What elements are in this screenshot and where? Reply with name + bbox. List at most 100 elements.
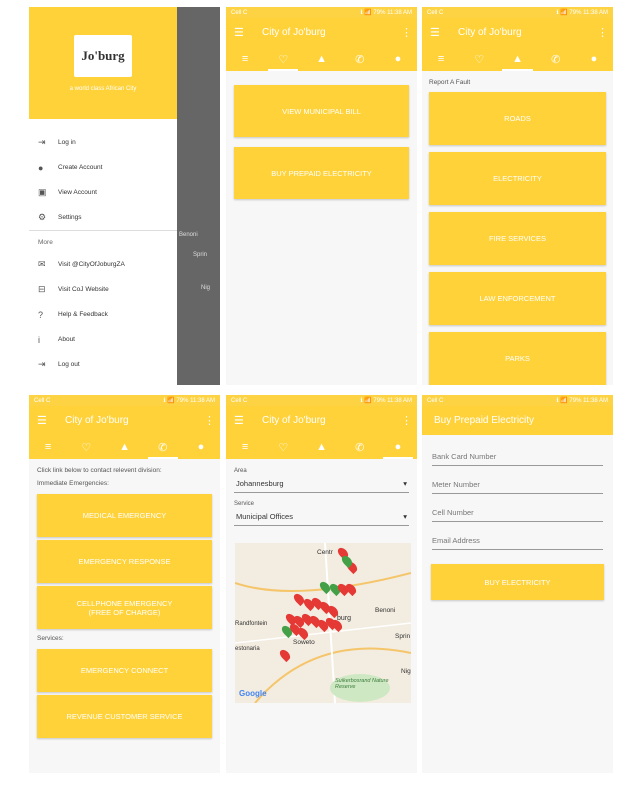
medical-emergency-button[interactable]: MEDICAL EMERGENCY: [37, 494, 212, 537]
app-title: City of Jo'burg: [65, 415, 129, 426]
tab-idea[interactable]: ♡: [264, 47, 302, 71]
tab-bar: ≡ ♡ ▲ ✆ ●: [226, 47, 417, 71]
tab-idea[interactable]: ♡: [264, 435, 302, 459]
tab-location[interactable]: ●: [379, 435, 417, 459]
bank-card-field[interactable]: Bank Card Number: [432, 452, 603, 466]
shade-label: Benoni: [179, 232, 198, 238]
revenue-customer-service-button[interactable]: REVENUE CUSTOMER SERVICE: [37, 695, 212, 738]
tab-bar: ≡ ♡ ▲ ✆ ●: [422, 47, 613, 71]
help-icon: ?: [38, 309, 44, 320]
menu-icon[interactable]: ☰: [234, 26, 248, 39]
drawer-item-label: View Account: [58, 189, 97, 196]
drawer-header: Jo'burg a world class African City: [29, 7, 177, 119]
menu-icon[interactable]: ☰: [430, 26, 444, 39]
more-vert-icon[interactable]: ⋮: [204, 414, 215, 427]
law-enforcement-button[interactable]: LAW ENFORCEMENT: [429, 272, 606, 325]
cellphone-emergency-button[interactable]: CELLPHONE EMERGENCY (FREE OF CHARGE): [37, 586, 212, 629]
tab-idea[interactable]: ♡: [460, 47, 498, 71]
service-dropdown[interactable]: Municipal Offices ▾: [234, 509, 409, 526]
map-label: Randfontein: [235, 621, 268, 627]
screen-buy-prepaid: Cell C ℹ 📶 79% 11:38 AM Buy Prepaid Elect…: [422, 395, 613, 773]
app-title: City of Jo'burg: [458, 27, 522, 38]
app-bar: ☰ City of Jo'burg ⋮: [422, 18, 613, 47]
tab-call[interactable]: ✆: [537, 47, 575, 71]
dropdown-arrow-icon: ▾: [403, 512, 407, 521]
menu-icon[interactable]: ☰: [37, 414, 51, 427]
drawer-item[interactable]: i About: [29, 327, 177, 352]
drawer-item-label: Log out: [58, 361, 80, 368]
tab-idea[interactable]: ♡: [67, 435, 105, 459]
tab-list[interactable]: ≡: [226, 435, 264, 459]
map-label: Benoni: [375, 607, 396, 614]
drawer-scrim[interactable]: Benoni Sprin Nig: [177, 7, 220, 385]
menu-icon[interactable]: ☰: [234, 414, 248, 427]
drawer-item[interactable]: ⇥ Log out: [29, 352, 177, 377]
drawer-item[interactable]: ✉ Visit @CityOfJoburgZA: [29, 252, 177, 277]
electricity-button[interactable]: ELECTRICITY: [429, 152, 606, 205]
parks-button[interactable]: PARKS: [429, 332, 606, 385]
tab-list[interactable]: ≡: [226, 47, 264, 71]
tab-list[interactable]: ≡: [422, 47, 460, 71]
web-icon: ⊟: [38, 284, 46, 294]
tab-call[interactable]: ✆: [341, 47, 379, 71]
more-vert-icon[interactable]: ⋮: [597, 26, 608, 39]
screen-locations: Cell C ℹ 📶 79% 11:38 AM ☰ City of Jo'burg ⋮…: [226, 395, 417, 773]
more-vert-icon[interactable]: ⋮: [401, 414, 412, 427]
view-bill-button[interactable]: VIEW MUNICIPAL BILL: [234, 85, 409, 137]
status-bar: Cell C ℹ 📶 79% 11:38 AM: [226, 7, 417, 18]
app-bar: ☰ City of Jo'burg ⋮: [226, 406, 417, 435]
tab-bar: ≡ ♡ ▲ ✆ ●: [29, 435, 220, 459]
content: Area Johannesburg ▾ Service Municipal Off…: [226, 459, 417, 543]
emergency-response-button[interactable]: EMERGENCY RESPONSE: [37, 540, 212, 583]
email-field[interactable]: Email Address: [432, 536, 603, 550]
screen-report-fault: Cell C ℹ 📶 79% 11:38 AM ☰ City of Jo'burg ⋮…: [422, 7, 613, 385]
buy-prepaid-button[interactable]: BUY PREPAID ELECTRICITY: [234, 147, 409, 199]
tab-report[interactable]: ▲: [302, 435, 340, 459]
drawer-item-label: Help & Feedback: [58, 311, 108, 318]
screen-emergency-contacts: Cell C ℹ 📶 79% 11:38 AM ☰ City of Jo'burg ⋮…: [29, 395, 220, 773]
tab-location[interactable]: ●: [379, 47, 417, 71]
map-label: Suikerbosrand Nature Reserve: [335, 678, 389, 691]
cell-number-field[interactable]: Cell Number: [432, 508, 603, 522]
app-title: City of Jo'burg: [262, 415, 326, 426]
joburg-logo: Jo'burg: [74, 35, 132, 77]
area-label: Area: [234, 468, 247, 474]
tab-call[interactable]: ✆: [341, 435, 379, 459]
app-title: City of Jo'burg: [262, 27, 326, 38]
app-bar: ☰ City of Jo'burg ⋮: [226, 18, 417, 47]
drawer-item[interactable]: ⇥ Log in: [29, 130, 177, 155]
carrier: Cell C: [427, 9, 444, 16]
tab-list[interactable]: ≡: [29, 435, 67, 459]
tab-bar: ≡ ♡ ▲ ✆ ●: [226, 435, 417, 459]
tab-report[interactable]: ▲: [105, 435, 143, 459]
tab-report[interactable]: ▲: [302, 47, 340, 71]
tab-call[interactable]: ✆: [144, 435, 182, 459]
tab-location[interactable]: ●: [182, 435, 220, 459]
drawer-item[interactable]: ? Help & Feedback: [29, 302, 177, 327]
tab-report[interactable]: ▲: [498, 47, 536, 71]
immediate-heading: Immediate Emergencies:: [37, 480, 109, 487]
area-dropdown[interactable]: Johannesburg ▾: [234, 476, 409, 493]
drawer-item[interactable]: ▣ View Account: [29, 180, 177, 205]
more-vert-icon[interactable]: ⋮: [401, 26, 412, 39]
drawer-item[interactable]: ⚙ Settings: [29, 205, 177, 230]
status-icons: ℹ 📶 79% 11:38 AM: [360, 10, 412, 16]
roads-button[interactable]: ROADS: [429, 92, 606, 145]
emergency-connect-button[interactable]: EMERGENCY CONNECT: [37, 649, 212, 692]
services-heading: Services:: [37, 635, 64, 642]
carrier: Cell C: [34, 397, 51, 404]
tab-location[interactable]: ●: [575, 47, 613, 71]
app-bar: Buy Prepaid Electricity: [422, 406, 613, 435]
meter-number-field[interactable]: Meter Number: [432, 480, 603, 494]
drawer-item[interactable]: ⊟ Visit CoJ Website: [29, 277, 177, 302]
status-icons: ℹ 📶 79% 11:38 AM: [556, 10, 608, 16]
google-logo: Google: [239, 689, 267, 698]
drawer-item[interactable]: ● Create Account: [29, 155, 177, 180]
status-bar: Cell C ℹ 📶 79% 11:38 AM: [29, 395, 220, 406]
navigation-drawer: Jo'burg a world class African City ⇥ Log …: [29, 7, 177, 385]
more-section-heading: More: [29, 230, 177, 252]
fire-services-button[interactable]: FIRE SERVICES: [429, 212, 606, 265]
shade-label: Nig: [201, 285, 211, 291]
buy-electricity-button[interactable]: BUY ELECTRICITY: [431, 564, 604, 600]
map-view[interactable]: Centr burg Benoni Randfontein Soweto est…: [235, 543, 411, 703]
